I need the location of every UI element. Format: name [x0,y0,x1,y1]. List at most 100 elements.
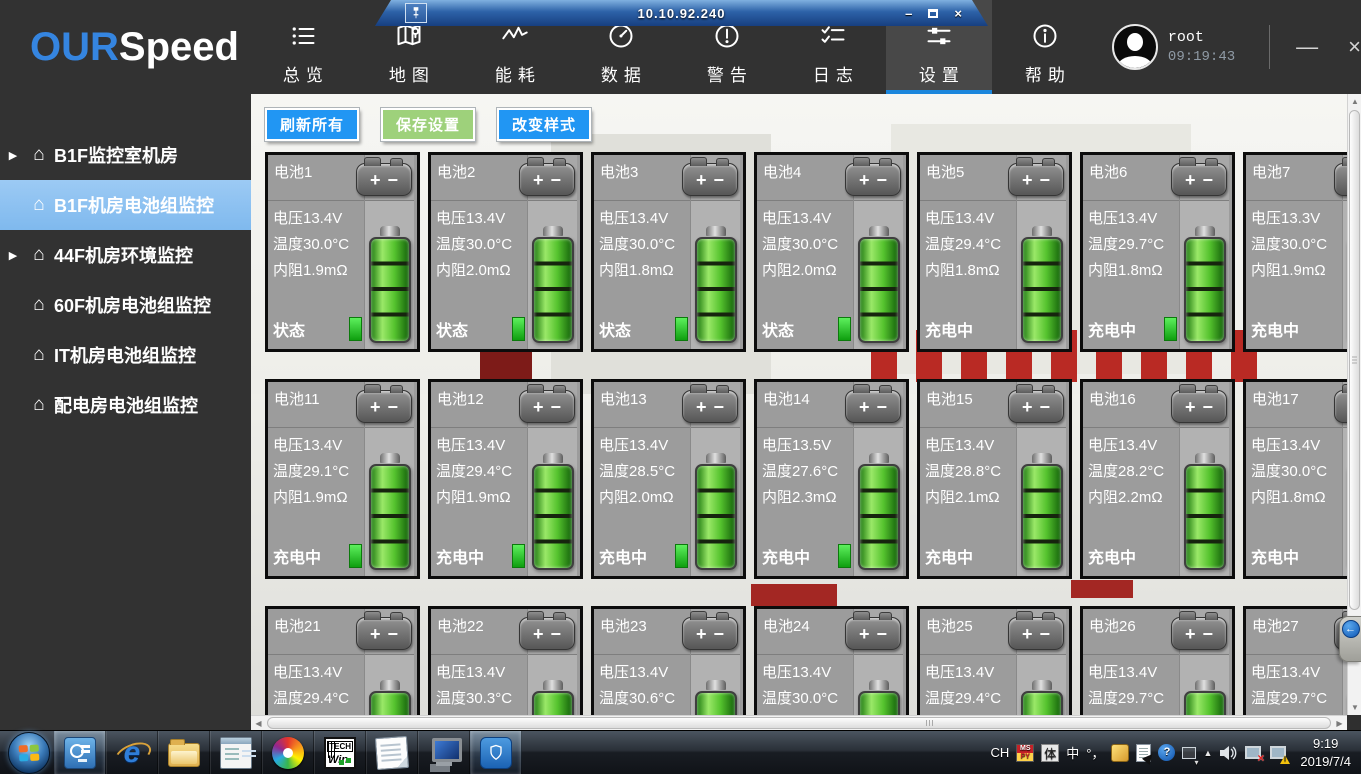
sidebar-item-5[interactable]: ▶ ⌂ 配电房电池组监控 [0,380,251,430]
taskbar-explorer-button[interactable] [158,731,210,774]
ime-pinyin-icon[interactable]: MS PY [1016,744,1034,762]
battery-terminals-icon: +− [1171,390,1227,423]
battery-card[interactable]: 电池16 电压13.4V 温度28.2°C 内阻2.2mΩ 充电中 +− [1080,379,1235,579]
battery-name: 电池5 [920,155,1016,201]
nav-tab-overview[interactable]: 总览 [250,0,356,94]
battery-card[interactable]: 电池24 电压13.4V 温度30.0°C 内阻2.3mΩ +− [754,606,909,715]
battery-card[interactable]: 电池14 电压13.5V 温度27.6°C 内阻2.3mΩ 充电中 +− [754,379,909,579]
battery-card[interactable]: 电池15 电压13.4V 温度28.8°C 内阻2.1mΩ 充电中 +− [917,379,1072,579]
battery-readings: 电压13.4V 温度30.0°C 内阻2.3mΩ [757,655,853,715]
battery-resistance: 内阻1.9mΩ [273,485,364,511]
battery-card[interactable]: 电池27 电压13.4V 温度29.7°C 内阻1.8mΩ +− [1243,606,1347,715]
battery-card[interactable]: 电池5 电压13.4V 温度29.4°C 内阻1.8mΩ 充电中 +− [917,152,1072,352]
battery-icon-panel: +− [527,382,577,576]
save-settings-button[interactable]: 保存设置 [381,108,475,141]
battery-resistance: 内阻1.9mΩ [436,485,527,511]
tray-window-icon[interactable] [1182,747,1196,759]
battery-card[interactable]: 电池6 电压13.4V 温度29.7°C 内阻1.8mΩ 充电中 +− [1080,152,1235,352]
user-name: root [1168,29,1235,46]
taskbar-control-panel-button[interactable] [54,731,106,774]
battery-status: 状态 [599,317,631,341]
battery-card[interactable]: 电池23 电压13.4V 温度30.6°C 内阻1.8mΩ +− [591,606,746,715]
rdp-close-button[interactable]: × [954,7,962,20]
battery-voltage: 电压13.4V [599,206,690,232]
volume-icon[interactable] [1219,745,1237,761]
battery-card[interactable]: 电池21 电压13.4V 温度29.4°C 内阻1.6mΩ +− [265,606,420,715]
refresh-all-button[interactable]: 刷新所有 [265,108,359,141]
battery-level-icon [858,691,900,715]
collapse-left-arrow-icon[interactable]: ← [1342,620,1360,638]
sidebar-item-0[interactable]: ▶ ⌂ B1F监控室机房 [0,130,251,180]
tray-document-icon[interactable] [1136,744,1151,762]
scroll-up-arrow[interactable]: ▲ [1348,94,1361,109]
battery-card[interactable]: 电池25 电压13.4V 温度29.4°C 内阻2.0mΩ +− [917,606,1072,715]
horizontal-scrollbar[interactable]: ◀ ▶ [251,715,1347,730]
battery-info-panel: 电池3 电压13.4V 温度30.0°C 内阻1.8mΩ 状态 [594,155,690,349]
taskbar-computer-button[interactable] [418,731,470,774]
expand-arrow-icon[interactable]: ▶ [0,249,26,262]
battery-card[interactable]: 电池3 电压13.4V 温度30.0°C 内阻1.8mΩ 状态 +− [591,152,746,352]
sidebar-item-1[interactable]: ▶ ⌂ B1F机房电池组监控 [0,180,251,230]
battery-terminals-icon: +− [519,163,575,196]
battery-card[interactable]: 电池1 电压13.4V 温度30.0°C 内阻1.9mΩ 状态 +− [265,152,420,352]
user-avatar[interactable] [1112,24,1158,70]
tray-tools-icon[interactable] [1111,744,1129,762]
app-close-button[interactable]: × [1348,36,1361,58]
sidebar-item-3[interactable]: ▶ ⌂ 60F机房电池组监控 [0,280,251,330]
start-button[interactable] [8,732,50,774]
battery-resistance: 内阻2.0mΩ [599,485,690,511]
app-minimize-button[interactable]: — [1296,36,1318,58]
battery-card[interactable]: 电池13 电压13.4V 温度28.5°C 内阻2.0mΩ 充电中 +− [591,379,746,579]
scroll-right-arrow[interactable]: ▶ [1332,716,1347,731]
battery-name: 电池7 [1246,155,1342,201]
sidebar-item-label: 60F机房电池组监控 [54,292,211,318]
scroll-left-arrow[interactable]: ◀ [251,716,266,731]
battery-terminals-icon: +− [519,617,575,650]
ime-punctuation-indicator[interactable]: °， [1086,743,1104,762]
battery-card[interactable]: 电池22 电压13.4V 温度30.3°C 内阻2.2mΩ +− [428,606,583,715]
horizontal-scroll-thumb[interactable] [267,717,1331,729]
battery-card[interactable]: 电池17 电压13.4V 温度30.0°C 内阻1.8mΩ 充电中 +− [1243,379,1347,579]
battery-status-indicator [349,317,362,341]
taskbar-clock[interactable]: 9:19 2019/7/4 [1300,735,1351,770]
battery-terminals-icon: +− [1008,390,1064,423]
battery-card[interactable]: 电池12 电压13.4V 温度29.4°C 内阻1.9mΩ 充电中 +− [428,379,583,579]
scroll-down-arrow[interactable]: ▼ [1348,700,1361,715]
ime-mode-indicator[interactable]: 中 [1066,743,1079,762]
taskbar-shield-app-button[interactable] [470,731,522,774]
battery-icon-panel: +− [1016,155,1066,349]
battery-card[interactable]: 电池11 电压13.4V 温度29.1°C 内阻1.9mΩ 充电中 +− [265,379,420,579]
nav-tab-help[interactable]: 帮助 [992,0,1098,94]
battery-card[interactable]: 电池26 电压13.4V 温度29.7°C 内阻2.1mΩ +− [1080,606,1235,715]
sidebar-item-2[interactable]: ▶ ⌂ 44F机房环境监控 [0,230,251,280]
network-warning-icon[interactable] [1269,745,1287,761]
taskbar-wintech-button[interactable]: TECHWin [314,731,366,774]
vertical-scroll-thumb[interactable] [1349,110,1360,610]
taskbar-ie-button[interactable]: e [106,731,158,774]
show-hidden-icons-arrow[interactable]: ▲ [1203,748,1212,758]
network-disconnected-icon[interactable]: × [1244,745,1262,761]
battery-status: 充电中 [762,544,810,568]
language-indicator[interactable]: CH [990,745,1009,760]
battery-readings: 电压13.4V 温度29.4°C 内阻1.6mΩ [268,655,364,715]
ie-icon: e [116,737,148,769]
ime-charset-icon[interactable]: 体 [1041,744,1059,762]
edge-collapse-tab[interactable]: ← [1339,616,1361,662]
battery-card[interactable]: 电池7 电压13.3V 温度30.0°C 内阻1.9mΩ 充电中 +− [1243,152,1347,352]
rdp-restore-button[interactable] [928,9,938,18]
rdp-minimize-button[interactable]: – [905,7,912,20]
battery-name: 电池23 [594,609,690,655]
battery-info-panel: 电池12 电压13.4V 温度29.4°C 内阻1.9mΩ 充电中 [431,382,527,576]
rdp-title: 10.10.92.240 [375,6,988,21]
taskbar-window-app-button[interactable] [210,731,262,774]
battery-card[interactable]: 电池2 电压13.4V 温度30.0°C 内阻2.0mΩ 状态 +− [428,152,583,352]
expand-arrow-icon[interactable]: ▶ [0,149,26,162]
sidebar-item-4[interactable]: ▶ ⌂ IT机房电池组监控 [0,330,251,380]
tray-help-icon[interactable]: ? [1158,744,1175,761]
taskbar-color-app-button[interactable] [262,731,314,774]
battery-card[interactable]: 电池4 电压13.4V 温度30.0°C 内阻2.0mΩ 状态 +− [754,152,909,352]
taskbar-notepad-button[interactable] [366,731,418,774]
change-style-button[interactable]: 改变样式 [497,108,591,141]
battery-voltage: 电压13.4V [1088,660,1179,686]
battery-info-panel: 电池11 电压13.4V 温度29.1°C 内阻1.9mΩ 充电中 [268,382,364,576]
